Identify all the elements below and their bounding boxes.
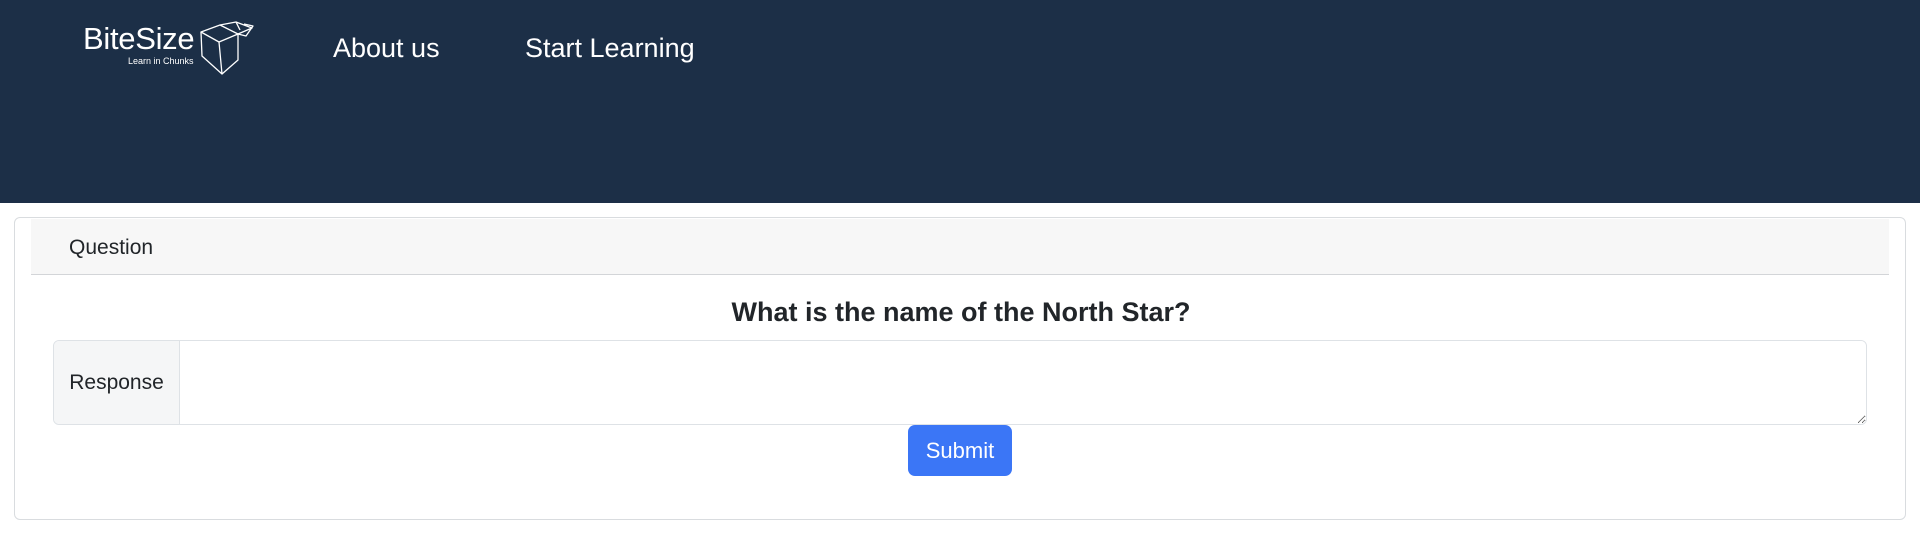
open-box-icon — [200, 21, 254, 75]
nav-link-about-us[interactable]: About us — [333, 30, 440, 66]
card-header: Question — [31, 219, 1889, 275]
card-header-label: Question — [69, 236, 154, 259]
submit-button[interactable]: Submit — [908, 425, 1012, 476]
brand-tagline: Learn in Chunks — [128, 56, 194, 66]
question-card: Question What is the name of the North S… — [14, 217, 1906, 520]
brand-name: BiteSize — [83, 21, 195, 56]
brand-logo-link[interactable]: BiteSize Learn in Chunks — [83, 20, 254, 76]
nav-link-start-learning[interactable]: Start Learning — [525, 30, 695, 66]
response-label: Response — [54, 341, 180, 424]
response-input-group: Response — [53, 340, 1867, 425]
response-textarea[interactable] — [180, 341, 1866, 424]
question-text: What is the name of the North Star? — [731, 297, 1191, 327]
top-navbar: BiteSize Learn in Chunks About us Start … — [0, 0, 1920, 203]
